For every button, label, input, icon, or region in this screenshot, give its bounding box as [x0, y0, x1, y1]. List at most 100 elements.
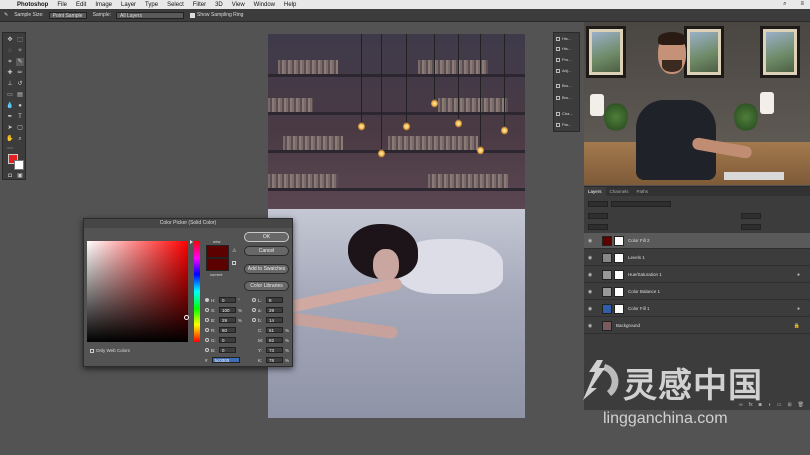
hue-radio[interactable]	[205, 298, 209, 302]
background-color-swatch[interactable]	[14, 160, 24, 170]
black-input[interactable]: 78	[266, 357, 283, 363]
red-input[interactable]: 60	[219, 327, 236, 333]
layer-mask-thumbnail[interactable]	[614, 286, 624, 297]
lab-l-input[interactable]: 8	[266, 297, 283, 303]
lab-a-input[interactable]: 29	[266, 307, 283, 313]
lock-options[interactable]	[588, 223, 608, 230]
panel-character[interactable]: Cha...	[556, 111, 573, 116]
ok-button[interactable]: OK	[244, 232, 289, 242]
color-selector-ring[interactable]	[184, 315, 189, 320]
eye-icon[interactable]: ◉	[586, 272, 594, 278]
red-radio[interactable]	[205, 328, 209, 332]
menu-image[interactable]: Image	[95, 2, 112, 8]
layer-row[interactable]: ◉ Color Fill 1 ●	[584, 301, 810, 317]
menu-type[interactable]: Type	[145, 2, 158, 8]
history-brush-icon[interactable]: ↺	[16, 80, 24, 88]
zoom-tool-icon[interactable]: ⌕	[16, 135, 24, 143]
layer-mask-thumbnail[interactable]	[614, 235, 624, 246]
layer-effects-icon[interactable]: ●	[797, 272, 800, 278]
only-web-colors-option[interactable]: Only Web Colors	[90, 348, 130, 353]
tab-layers[interactable]: Layers	[584, 187, 606, 196]
eraser-tool-icon[interactable]: ▭	[6, 91, 14, 99]
menu-edit[interactable]: Edit	[76, 2, 86, 8]
tab-paths[interactable]: Paths	[633, 189, 653, 194]
color-libraries-button[interactable]: Color Libraries	[244, 281, 289, 291]
blur-tool-icon[interactable]: 💧	[6, 102, 14, 110]
gamut-warning-icon[interactable]: ⚠	[232, 248, 236, 254]
marquee-tool-icon[interactable]: ⬚	[16, 36, 24, 44]
menu-file[interactable]: File	[57, 2, 67, 8]
type-tool-icon[interactable]: T	[16, 113, 24, 121]
blue-radio[interactable]	[205, 348, 209, 352]
cyan-input[interactable]: 51	[266, 327, 283, 333]
eye-icon[interactable]: ◉	[586, 289, 594, 295]
pen-tool-icon[interactable]: ✒	[6, 113, 14, 121]
healing-tool-icon[interactable]: ✚	[6, 69, 14, 77]
hand-tool-icon[interactable]: ✋	[6, 135, 14, 143]
layer-row[interactable]: ◉ Color Fill 2	[584, 233, 810, 249]
stamp-tool-icon[interactable]: ⊥	[6, 80, 14, 88]
eyedropper-icon[interactable]: ✎	[4, 12, 8, 18]
shape-tool-icon[interactable]: ▢	[16, 124, 24, 132]
panel-brushes[interactable]: Bru...	[556, 83, 572, 88]
menu-window[interactable]: Window	[254, 2, 275, 8]
web-safe-cube-icon[interactable]	[232, 261, 236, 265]
layer-kind-filter[interactable]	[588, 200, 608, 207]
eye-icon[interactable]: ◉	[586, 306, 594, 312]
only-web-colors-checkbox[interactable]	[90, 348, 94, 353]
lab-b-radio[interactable]	[252, 318, 256, 322]
add-to-swatches-button[interactable]: Add to Swatches	[244, 264, 289, 274]
layer-mask-thumbnail[interactable]	[614, 252, 624, 263]
lab-a-radio[interactable]	[252, 308, 256, 312]
panel-brush-settings[interactable]: Bru...	[556, 95, 572, 100]
magenta-input[interactable]: 92	[266, 337, 283, 343]
panel-history[interactable]: His...	[556, 36, 571, 41]
opacity-field[interactable]	[741, 212, 761, 219]
layer-effects-icon[interactable]: ●	[797, 306, 800, 312]
screen-mode-icon[interactable]: ▣	[16, 172, 24, 180]
hue-slider-marker[interactable]	[190, 240, 193, 244]
yellow-input[interactable]: 73	[266, 347, 283, 353]
menu-select[interactable]: Select	[167, 2, 184, 8]
menu-3d[interactable]: 3D	[215, 2, 223, 8]
sample-select[interactable]: All Layers	[116, 11, 185, 19]
green-input[interactable]: 0	[219, 337, 236, 343]
hue-input[interactable]: 0	[219, 297, 236, 303]
saturation-input[interactable]: 100	[219, 307, 236, 313]
dodge-tool-icon[interactable]: ●	[16, 102, 24, 110]
panel-properties[interactable]: Pro...	[556, 57, 572, 62]
layer-mask-thumbnail[interactable]	[614, 269, 624, 280]
hex-input[interactable]: 5c0000	[211, 357, 240, 363]
show-ring-checkbox[interactable]	[190, 12, 196, 18]
hue-slider[interactable]	[194, 241, 200, 342]
saturation-radio[interactable]	[205, 308, 209, 312]
menu-app-name[interactable]: Photoshop	[17, 2, 48, 8]
cancel-button[interactable]: Cancel	[244, 246, 289, 256]
tab-channels[interactable]: Channels	[606, 189, 633, 194]
lab-b-input[interactable]: 14	[266, 317, 283, 323]
green-radio[interactable]	[205, 338, 209, 342]
layer-mask-thumbnail[interactable]	[614, 303, 624, 314]
saturation-brightness-field[interactable]	[87, 241, 188, 342]
blue-input[interactable]: 0	[219, 347, 236, 353]
lasso-tool-icon[interactable]: ◌	[6, 47, 14, 55]
menu-help[interactable]: Help	[284, 2, 296, 8]
layer-row[interactable]: ◉ Levels 1	[584, 250, 810, 266]
gradient-tool-icon[interactable]: ▤	[16, 91, 24, 99]
menu-view[interactable]: View	[232, 2, 245, 8]
menu-filter[interactable]: Filter	[193, 2, 206, 8]
layer-row[interactable]: ◉ Background 🔒	[584, 318, 810, 334]
fill-field[interactable]	[741, 223, 761, 230]
eye-icon[interactable]: ◉	[586, 238, 594, 244]
eyedropper-tool-icon[interactable]: ✎	[16, 58, 24, 66]
panel-paragraph[interactable]: Par...	[556, 122, 571, 127]
list-icon[interactable]: ≡	[800, 1, 804, 8]
eye-icon[interactable]: ◉	[586, 255, 594, 261]
path-select-icon[interactable]: ➤	[6, 124, 14, 132]
search-icon[interactable]: ⌕	[783, 1, 786, 8]
move-tool-icon[interactable]: ✥	[6, 36, 14, 44]
quick-mask-icon[interactable]: ◘	[6, 172, 14, 180]
panel-history-2[interactable]: His...	[556, 46, 571, 51]
layer-row[interactable]: ◉ Color Balance 1	[584, 284, 810, 300]
crop-tool-icon[interactable]: ⌗	[6, 58, 14, 66]
